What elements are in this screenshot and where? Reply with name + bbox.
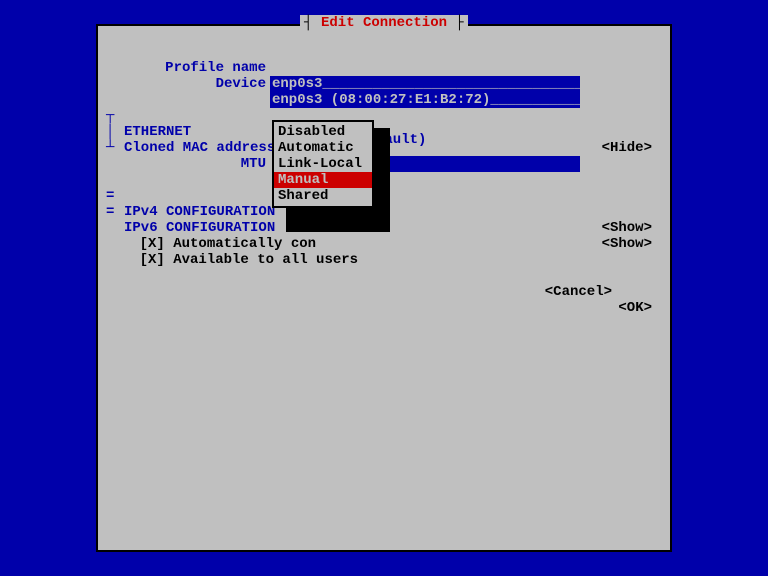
section-bot-icon: ┴ [106, 140, 114, 156]
cloned-mac-label: Cloned MAC address [124, 140, 275, 156]
all-users-checkbox[interactable]: [X] Available to all users [140, 252, 358, 268]
edit-connection-dialog: ┤ Edit Connection ├ Profile name enp0s3_… [96, 24, 672, 552]
title-bracket-left: ┤ [304, 15, 321, 31]
profile-name-input[interactable]: enp0s3__________________________________ [270, 76, 580, 92]
dropdown-item-manual[interactable]: Manual [274, 172, 372, 188]
dialog-title: Edit Connection [321, 15, 447, 31]
dropdown-item-shared[interactable]: Shared [274, 188, 372, 204]
dropdown-item-automatic[interactable]: Automatic [274, 140, 372, 156]
ipv6-marker-icon: = [106, 204, 114, 220]
title-bracket-right: ├ [447, 15, 464, 31]
dropdown-item-link-local[interactable]: Link-Local [274, 156, 372, 172]
cancel-button[interactable]: <Cancel> [545, 284, 612, 300]
mtu-label: MTU [106, 156, 266, 172]
ethernet-hide-button[interactable]: <Hide> [602, 140, 652, 156]
device-label: Device [106, 76, 266, 92]
ok-button[interactable]: <OK> [618, 300, 652, 316]
dialog-title-wrap: ┤ Edit Connection ├ [98, 15, 670, 31]
ipv4-mode-dropdown[interactable]: Disabled Automatic Link-Local Manual Sha… [272, 120, 374, 208]
dropdown-item-disabled[interactable]: Disabled [274, 124, 372, 140]
ipv4-label: IPv4 CONFIGURATION [124, 204, 275, 220]
